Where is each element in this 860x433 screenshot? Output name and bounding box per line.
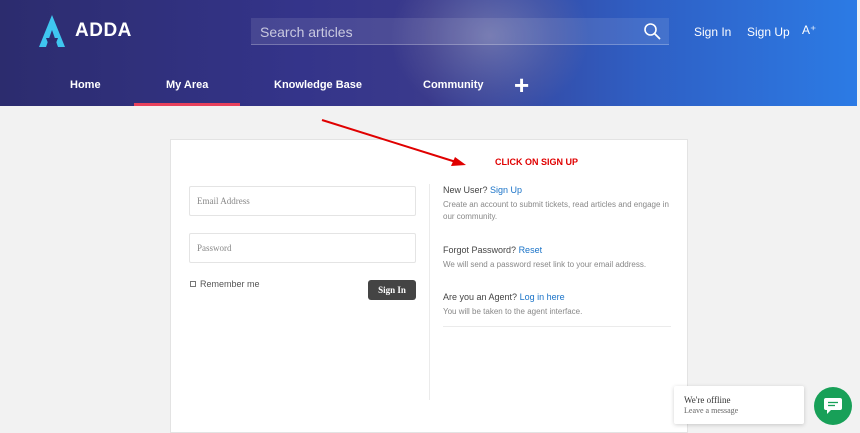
forgot-password-heading: Forgot Password? Reset <box>443 245 542 255</box>
remember-me-label: Remember me <box>200 279 260 289</box>
agent-heading: Are you an Agent? Log in here <box>443 292 565 302</box>
agent-description: You will be taken to the agent interface… <box>443 307 583 316</box>
sign-up-link[interactable]: Sign Up <box>747 25 790 39</box>
new-user-description: Create an account to submit tickets, rea… <box>443 200 669 221</box>
search-icon[interactable] <box>643 22 661 40</box>
new-user-heading: New User? Sign Up <box>443 185 522 195</box>
chat-status-text: We're offline <box>684 395 731 405</box>
sign-up-link-panel[interactable]: Sign Up <box>490 185 522 195</box>
search-bar[interactable] <box>251 18 669 45</box>
font-size-icon[interactable]: A⁺ <box>802 23 816 37</box>
remember-me[interactable]: Remember me <box>190 279 260 289</box>
search-input[interactable] <box>260 21 620 43</box>
email-field[interactable] <box>189 186 416 216</box>
agent-label: Are you an Agent? <box>443 292 518 302</box>
logo-text: ADDA <box>75 20 132 41</box>
chat-button[interactable] <box>814 387 852 425</box>
chat-offline-card[interactable]: We're offline Leave a message <box>674 386 804 424</box>
nav-community[interactable]: Community <box>423 79 484 91</box>
active-tab-indicator <box>134 103 240 106</box>
annotation-text: CLICK ON SIGN UP <box>495 157 579 167</box>
nav-knowledge-base[interactable]: Knowledge Base <box>274 79 362 91</box>
add-icon[interactable]: + <box>514 72 529 98</box>
sign-in-link[interactable]: Sign In <box>694 25 731 39</box>
chat-bubble-icon <box>824 398 842 414</box>
nav-home[interactable]: Home <box>70 79 101 91</box>
agent-login-link[interactable]: Log in here <box>520 292 565 302</box>
password-field[interactable] <box>189 233 416 263</box>
logo[interactable]: ADDA <box>38 14 132 48</box>
info-divider <box>443 326 671 327</box>
password-input[interactable] <box>190 234 415 262</box>
new-user-label: New User? <box>443 185 488 195</box>
forgot-password-label: Forgot Password? <box>443 245 517 255</box>
chat-leave-message: Leave a message <box>684 406 739 415</box>
email-input[interactable] <box>190 187 415 215</box>
reset-link[interactable]: Reset <box>519 245 543 255</box>
header-background-photo <box>390 0 590 106</box>
sign-in-button[interactable]: Sign In <box>368 280 416 300</box>
nav-my-area[interactable]: My Area <box>166 79 208 91</box>
remember-me-checkbox[interactable] <box>190 281 196 287</box>
adda-logo-icon <box>39 15 65 47</box>
site-header: ADDA Sign In Sign Up A⁺ Home My Area Kno… <box>0 0 857 106</box>
panel-divider <box>429 184 430 400</box>
forgot-password-description: We will send a password reset link to yo… <box>443 260 647 269</box>
